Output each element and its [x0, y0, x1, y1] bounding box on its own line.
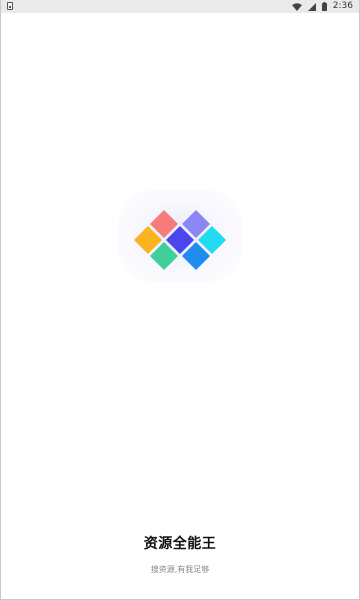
app-slogan: 搜资源,有我足够: [150, 565, 210, 574]
status-bar: 2:36: [1, 0, 359, 13]
app-name: 资源全能王: [143, 536, 217, 552]
status-indicators: 2:36: [291, 0, 353, 13]
app-logo: [119, 190, 241, 282]
battery-icon: [321, 2, 327, 11]
status-time: 2:36: [332, 1, 353, 11]
app-logo-icon: [134, 210, 226, 270]
app-notification-icon: [7, 2, 13, 10]
signal-icon: [307, 2, 316, 11]
splash-screen: 2:36 资源全能王 搜资源,有我足够: [0, 0, 360, 600]
wifi-icon: [291, 2, 302, 11]
